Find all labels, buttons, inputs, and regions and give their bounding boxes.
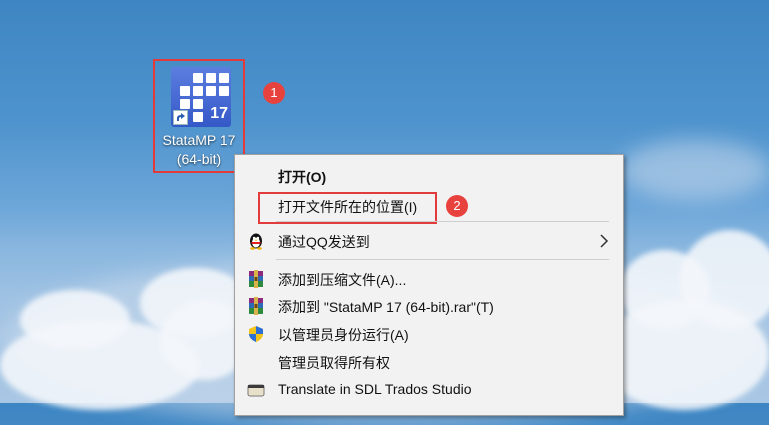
menu-item-take-ownership-label: 管理员取得所有权: [278, 355, 390, 371]
uac-shield-icon: [247, 325, 265, 343]
annotation-step-2-badge: 2: [446, 195, 468, 217]
menu-item-send-via-qq[interactable]: 通过QQ发送到: [235, 229, 623, 253]
context-menu: 打开(O) 打开文件所在的位置(I) 通过QQ发送到 添加到压缩文件(A)...…: [234, 154, 624, 416]
qq-penguin-icon: [247, 232, 265, 250]
menu-item-translate-trados-label: Translate in SDL Trados Studio: [278, 381, 472, 397]
trados-icon: [247, 381, 265, 399]
annotation-step-1-badge: 1: [263, 82, 285, 104]
menu-item-send-via-qq-label: 通过QQ发送到: [278, 234, 370, 250]
annotation-highlight-open-location: [258, 192, 437, 224]
annotation-highlight-shortcut: [153, 59, 245, 173]
menu-separator: [276, 259, 609, 260]
menu-item-open-label: 打开(O): [278, 169, 327, 185]
menu-item-take-ownership[interactable]: 管理员取得所有权: [235, 350, 623, 374]
stata-shortcut[interactable]: 17 StataMP 17 (64-bit): [153, 59, 245, 173]
menu-item-add-to-rar-label: 添加到 "StataMP 17 (64-bit).rar"(T): [278, 299, 494, 315]
menu-item-translate-trados[interactable]: Translate in SDL Trados Studio: [235, 378, 623, 402]
menu-item-add-to-archive[interactable]: 添加到压缩文件(A)...: [235, 267, 623, 291]
winrar-icon: [247, 270, 265, 288]
menu-item-run-as-admin-label: 以管理员身份运行(A): [278, 327, 409, 343]
menu-item-open[interactable]: 打开(O): [235, 164, 623, 188]
chevron-right-icon: [600, 234, 609, 253]
menu-separator: [276, 221, 609, 222]
menu-item-run-as-admin[interactable]: 以管理员身份运行(A): [235, 322, 623, 346]
menu-item-add-to-archive-label: 添加到压缩文件(A)...: [278, 272, 407, 288]
menu-item-add-to-rar[interactable]: 添加到 "StataMP 17 (64-bit).rar"(T): [235, 294, 623, 318]
winrar-icon: [247, 297, 265, 315]
